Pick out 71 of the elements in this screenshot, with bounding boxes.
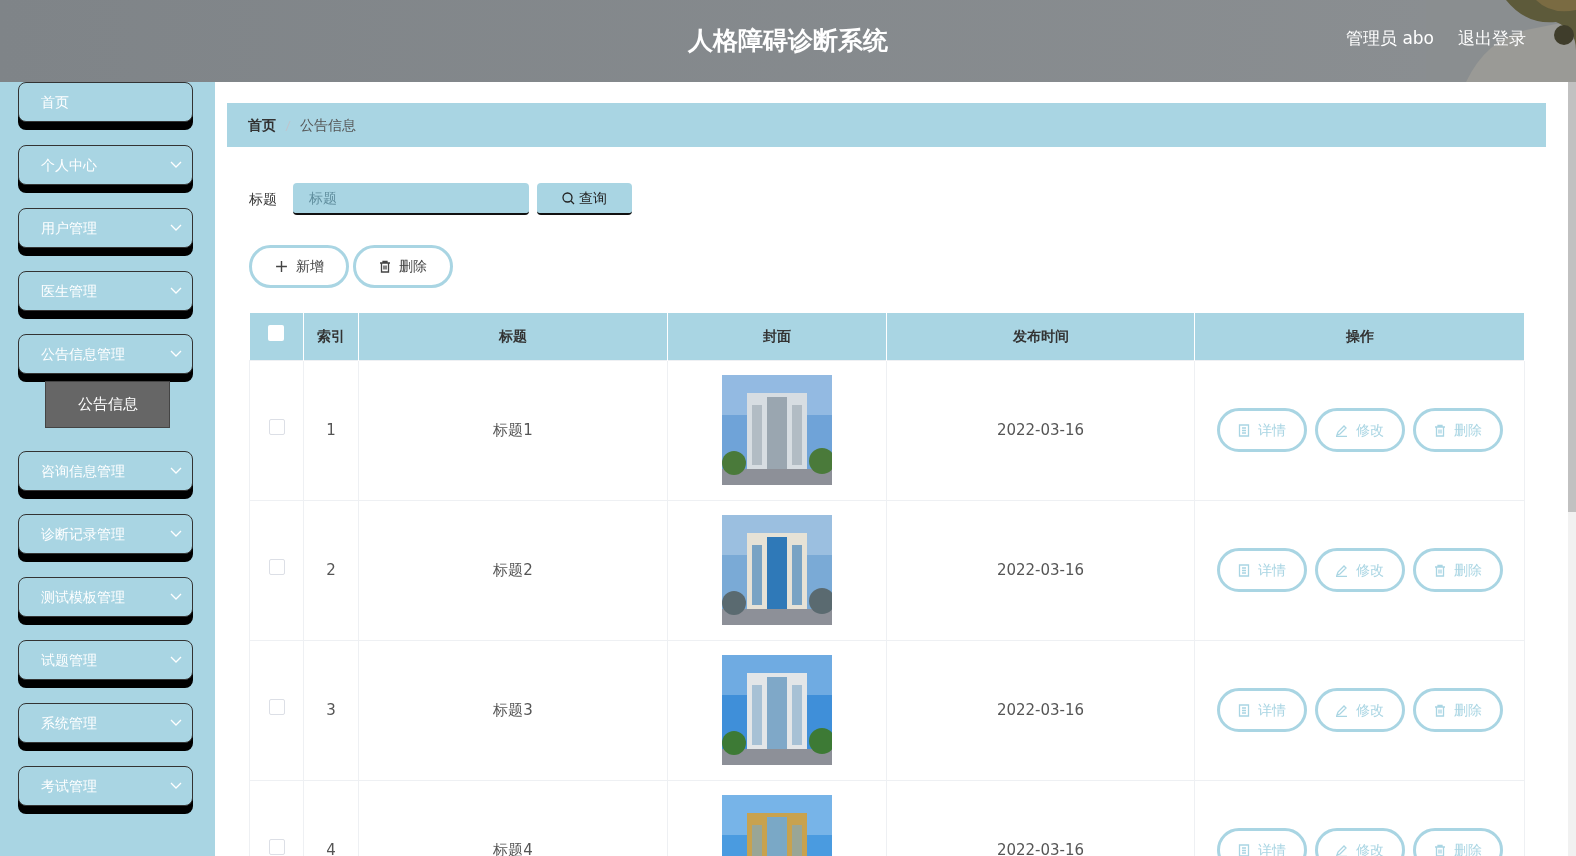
- field-label: 标题: [249, 189, 277, 209]
- column-header: 封面: [763, 327, 791, 344]
- chevron-down-icon: [170, 719, 182, 727]
- chevron-down-icon: [170, 782, 182, 790]
- column-header: 标题: [499, 327, 527, 344]
- detail-button[interactable]: 详情: [1216, 408, 1307, 452]
- column-header: 索引: [317, 327, 345, 344]
- table-cell: 2022-03-16: [996, 420, 1085, 439]
- table-cell: 1: [326, 420, 336, 439]
- app-title: 人格障碍诊断系统: [688, 25, 888, 58]
- add-button[interactable]: 新增: [249, 245, 349, 288]
- trash-icon: [1433, 703, 1446, 717]
- table-cell: 标题1: [493, 420, 533, 439]
- detail-button[interactable]: 详情: [1216, 548, 1307, 592]
- table-cell: 2022-03-16: [996, 560, 1085, 579]
- row-checkbox[interactable]: [268, 698, 285, 715]
- column-header: 发布时间: [1012, 327, 1069, 344]
- table-cell: 2: [326, 560, 336, 579]
- chevron-down-icon: [170, 656, 182, 664]
- table-cell: 标题4: [493, 840, 533, 856]
- edit-button[interactable]: 修改: [1314, 688, 1405, 732]
- column-header: 操作: [1345, 327, 1374, 344]
- table-cell: 标题2: [493, 560, 533, 579]
- chevron-down-icon: [170, 593, 182, 601]
- breadcrumb-link[interactable]: 首页: [248, 114, 276, 136]
- delete-button[interactable]: 删除: [353, 245, 453, 288]
- chevron-down-icon: [170, 467, 182, 475]
- breadcrumb-current: 公告信息: [300, 115, 356, 135]
- trash-icon: [1433, 843, 1446, 856]
- document-icon: [1237, 703, 1250, 717]
- submenu-item[interactable]: 公告信息: [45, 381, 170, 428]
- search-icon: [562, 191, 575, 205]
- chevron-down-icon: [170, 161, 182, 169]
- document-icon: [1237, 843, 1250, 856]
- row-checkbox[interactable]: [268, 558, 285, 575]
- user-name: 管理员 abo: [1346, 27, 1434, 50]
- trash-icon: [379, 260, 391, 273]
- table-cell: 4: [326, 840, 336, 856]
- edit-button[interactable]: 修改: [1314, 548, 1405, 592]
- row-checkbox[interactable]: [268, 418, 285, 435]
- search-field[interactable]: 标题: [293, 183, 529, 215]
- pencil-icon: [1335, 703, 1348, 717]
- chevron-down-icon: [170, 224, 182, 232]
- table-cell: 2022-03-16: [996, 840, 1085, 856]
- table-cell: 3: [326, 700, 336, 719]
- pencil-icon: [1335, 563, 1348, 577]
- delete-button[interactable]: 删除: [1412, 688, 1503, 732]
- detail-button[interactable]: 详情: [1216, 688, 1307, 732]
- plus-icon: [274, 260, 288, 273]
- delete-button[interactable]: 删除: [1412, 408, 1503, 452]
- chevron-down-icon: [170, 530, 182, 538]
- logout-link[interactable]: 退出登录: [1458, 26, 1526, 52]
- chevron-down-icon: [170, 287, 182, 295]
- row-checkbox[interactable]: [268, 838, 285, 855]
- pencil-icon: [1335, 423, 1348, 437]
- edit-button[interactable]: 修改: [1314, 408, 1405, 452]
- detail-button[interactable]: 详情: [1216, 828, 1307, 856]
- chevron-down-icon: [170, 350, 182, 358]
- edit-button[interactable]: 修改: [1314, 828, 1405, 856]
- delete-button[interactable]: 删除: [1412, 828, 1503, 856]
- scrollbar-thumb[interactable]: [1568, 82, 1576, 512]
- delete-button[interactable]: 删除: [1412, 548, 1503, 592]
- select-all-checkbox[interactable]: [268, 325, 285, 342]
- search-button[interactable]: 查询: [537, 183, 632, 215]
- table-cell: 标题3: [493, 700, 533, 719]
- document-icon: [1237, 563, 1250, 577]
- trash-icon: [1433, 423, 1446, 437]
- table-cell: 2022-03-16: [996, 700, 1085, 719]
- document-icon: [1237, 423, 1250, 437]
- trash-icon: [1433, 563, 1446, 577]
- pencil-icon: [1335, 843, 1348, 856]
